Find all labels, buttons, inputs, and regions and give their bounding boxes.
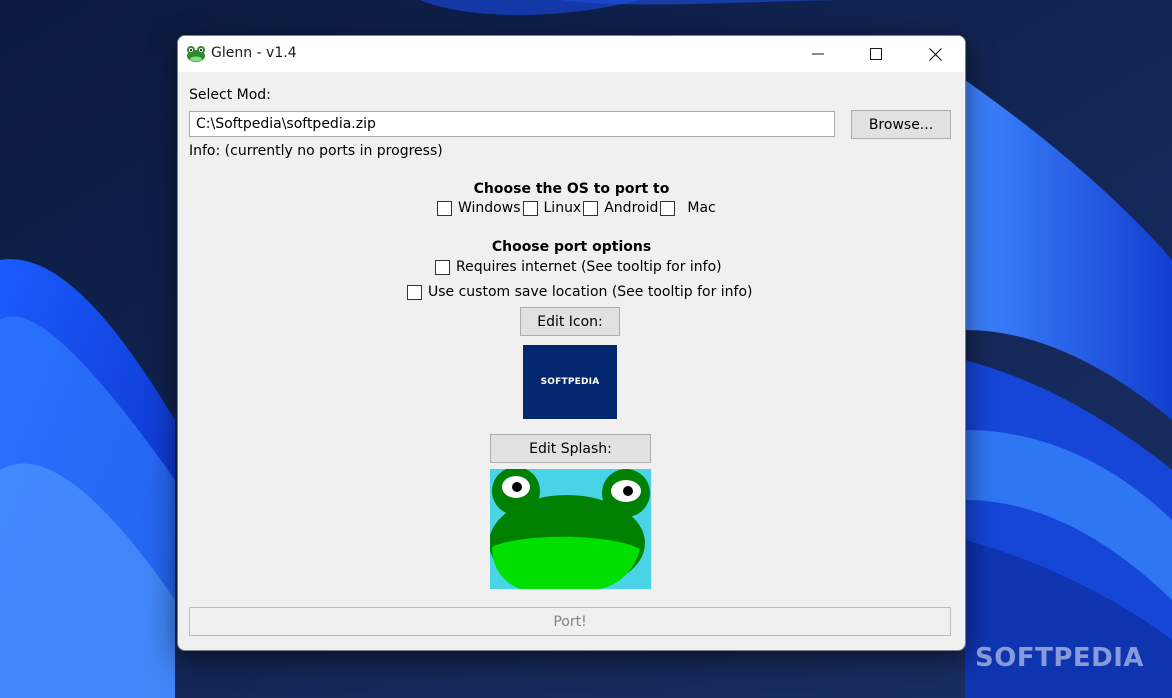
edit-splash-button[interactable]: Edit Splash: bbox=[490, 434, 651, 463]
windows-label: Windows bbox=[458, 200, 521, 216]
linux-label: Linux bbox=[543, 200, 582, 216]
app-window: Glenn - v1.4 Select Mod: Browse... Info:… bbox=[177, 35, 966, 651]
info-text: Info: (currently no ports in progress) bbox=[189, 143, 443, 159]
linux-checkbox[interactable] bbox=[522, 200, 538, 216]
mac-label: Mac bbox=[687, 200, 716, 216]
windows-checkbox[interactable] bbox=[437, 200, 452, 216]
title-bar[interactable]: Glenn - v1.4 bbox=[178, 36, 965, 72]
custom-save-label: Use custom save location (See tooltip fo… bbox=[428, 284, 753, 300]
splash-preview-frog-image bbox=[490, 469, 651, 589]
icon-preview: SOFTPEDIA bbox=[523, 345, 617, 419]
frog-app-icon bbox=[187, 46, 205, 62]
close-button[interactable] bbox=[906, 36, 964, 72]
icon-preview-logo-text: SOFTPEDIA bbox=[540, 377, 600, 387]
mod-path-input[interactable] bbox=[189, 111, 835, 137]
requires-internet-option: Requires internet (See tooltip for info) bbox=[435, 259, 722, 275]
maximize-button[interactable] bbox=[847, 36, 905, 72]
port-options-heading: Choose port options bbox=[491, 239, 652, 255]
requires-internet-checkbox[interactable] bbox=[435, 259, 450, 275]
edit-icon-button[interactable]: Edit Icon: bbox=[520, 307, 620, 336]
softpedia-watermark: SOFTPEDIA bbox=[975, 643, 1145, 673]
mac-checkbox[interactable] bbox=[660, 200, 676, 216]
android-checkbox[interactable] bbox=[583, 200, 599, 216]
requires-internet-label: Requires internet (See tooltip for info) bbox=[456, 259, 722, 275]
android-label: Android bbox=[604, 200, 659, 216]
os-heading: Choose the OS to port to bbox=[473, 181, 670, 197]
os-checkbox-row: Windows Linux Android Mac bbox=[437, 200, 716, 216]
close-icon bbox=[928, 47, 942, 61]
custom-save-checkbox[interactable] bbox=[407, 284, 422, 300]
maximize-icon bbox=[870, 48, 882, 60]
minimize-button[interactable] bbox=[789, 36, 847, 72]
port-button[interactable]: Port! bbox=[189, 607, 951, 636]
custom-save-option: Use custom save location (See tooltip fo… bbox=[407, 284, 753, 300]
window-title: Glenn - v1.4 bbox=[211, 45, 297, 61]
browse-button[interactable]: Browse... bbox=[851, 110, 951, 139]
minimize-icon bbox=[812, 53, 824, 55]
select-mod-label: Select Mod: bbox=[189, 87, 271, 103]
